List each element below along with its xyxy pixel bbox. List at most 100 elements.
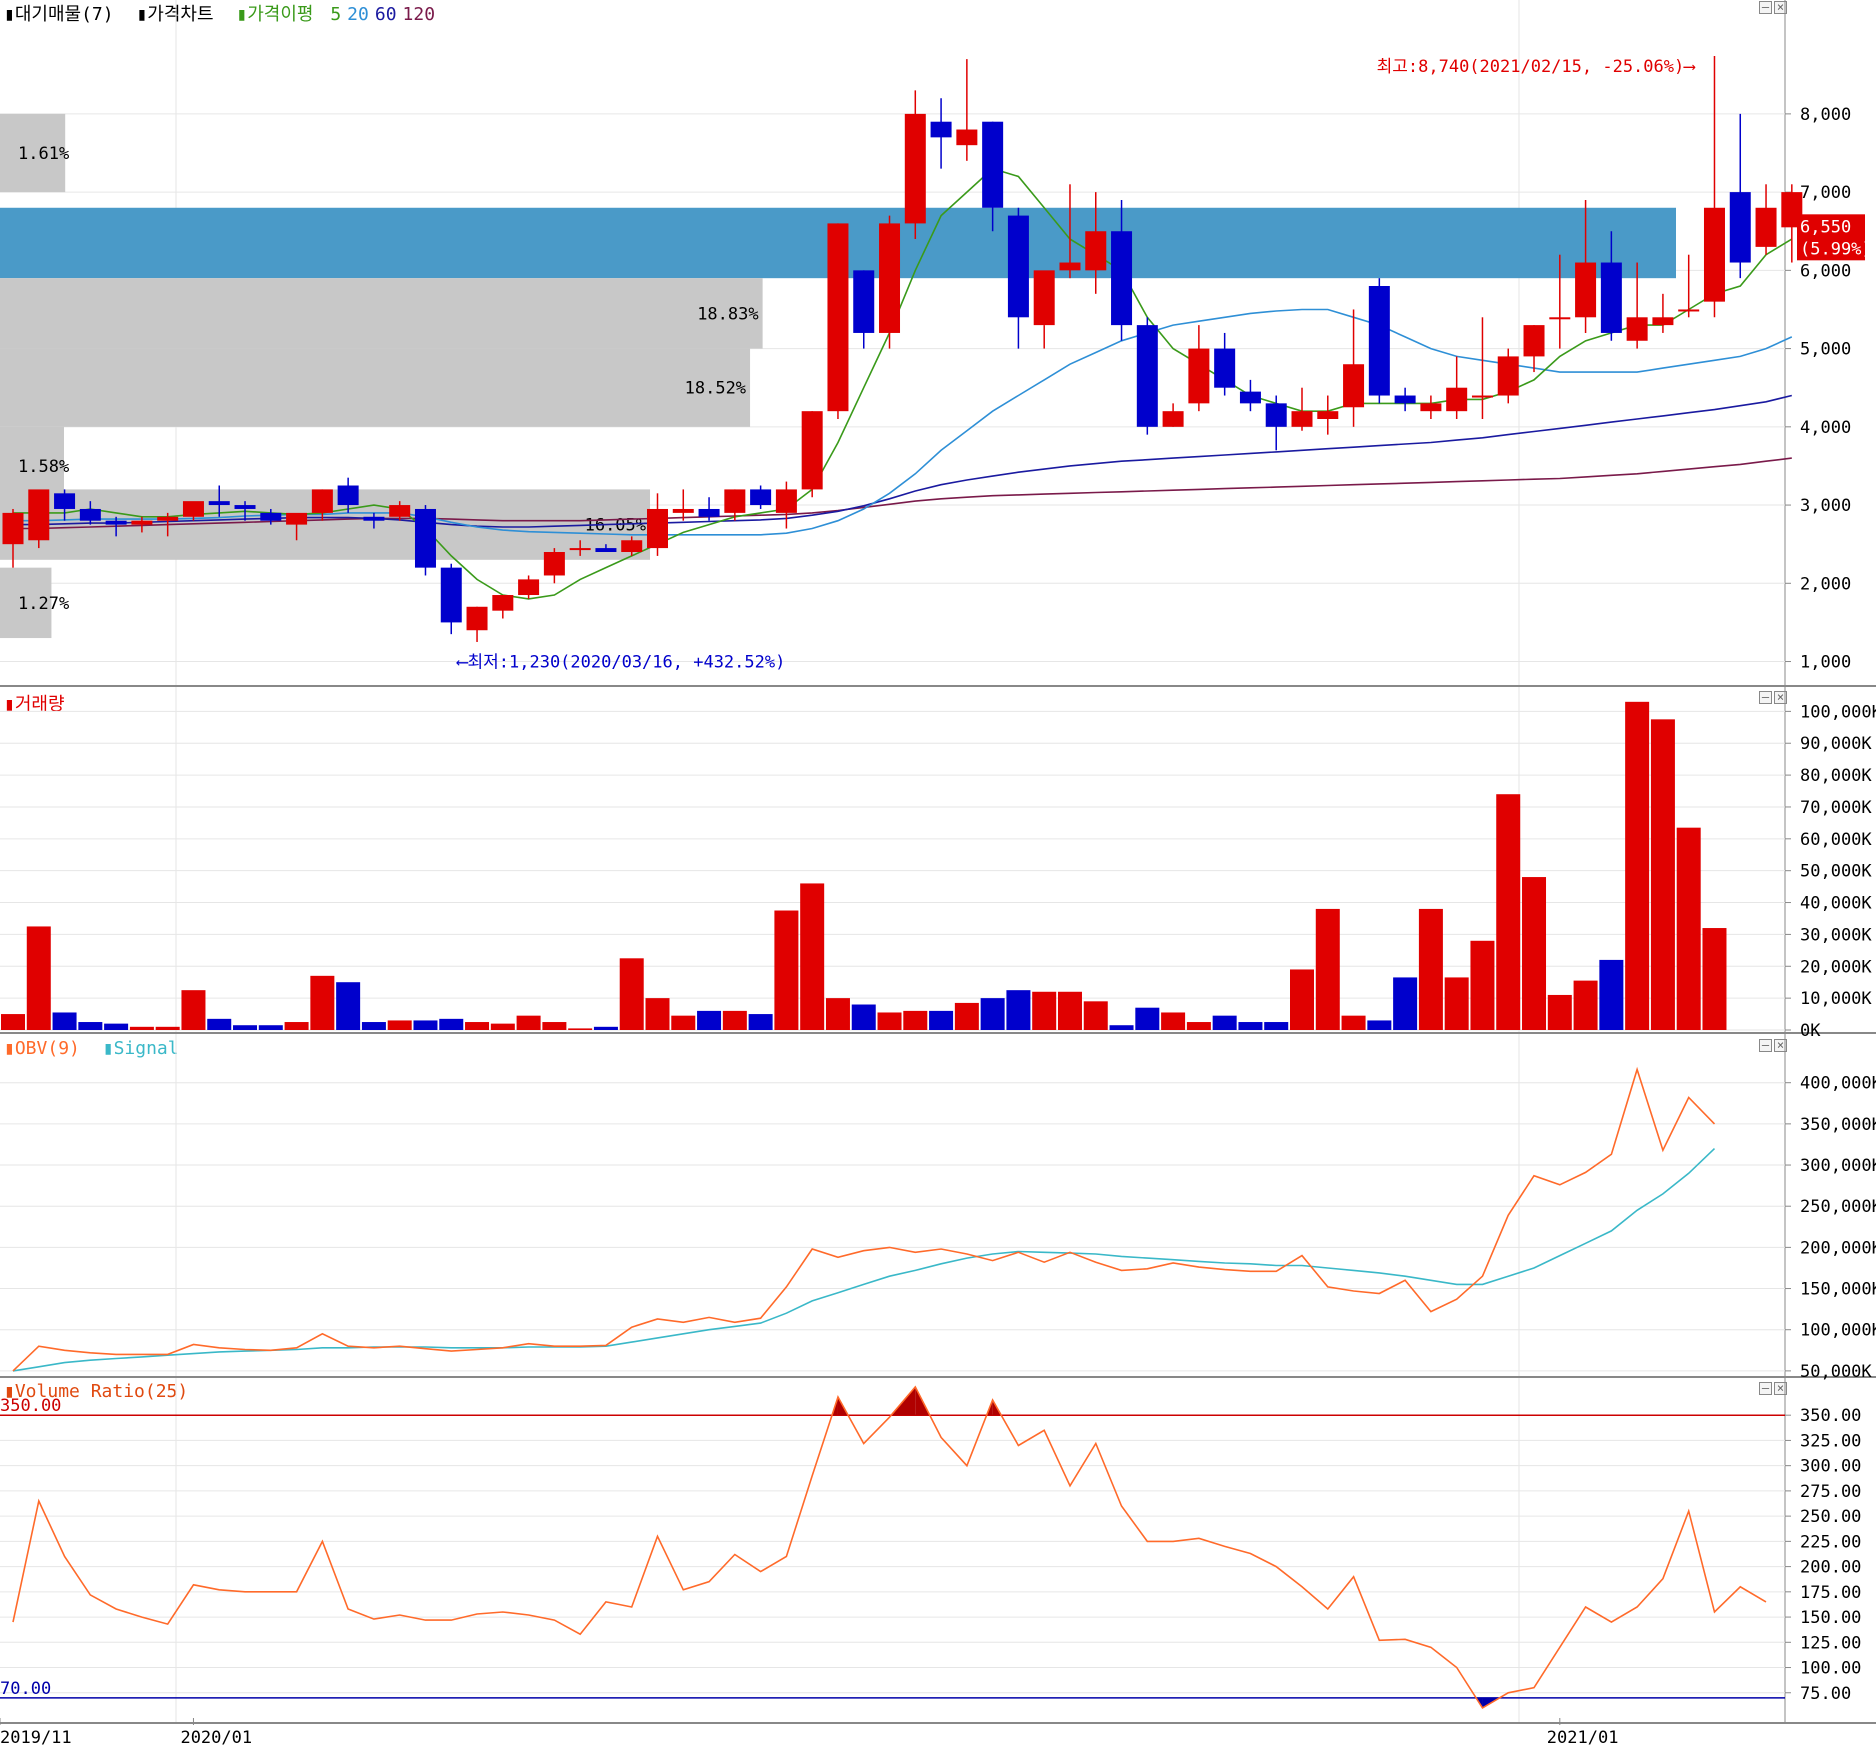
y-tick-label: 20,000K [1800, 957, 1872, 977]
volume-bar [1522, 877, 1547, 1030]
y-tick-label: 1,000 [1800, 653, 1851, 673]
candle-body [1600, 262, 1622, 333]
y-tick-label: 2,000 [1800, 574, 1851, 594]
y-tick-label: 0K [1800, 1021, 1821, 1041]
volume-bar [1032, 991, 1057, 1030]
volume-bar [104, 1023, 129, 1030]
volume-bar [233, 1025, 258, 1030]
candle-body [750, 489, 772, 506]
volume-bar [387, 1020, 412, 1030]
volume-profile-label: 18.52% [685, 379, 746, 399]
candle-body [569, 548, 591, 551]
candle-body [982, 121, 1004, 208]
candle-body [1136, 325, 1158, 427]
y-tick-label: 350.00 [1800, 1406, 1861, 1426]
x-tick-label: 2019/11 [0, 1728, 72, 1748]
candle-body [853, 270, 875, 333]
volume-profile-label: 18.83% [697, 304, 758, 324]
volume-bar [336, 982, 361, 1030]
volume-bar [284, 1022, 309, 1030]
current-price-label: 6,550 [1800, 217, 1851, 237]
candle-body [1446, 387, 1468, 412]
candle-body [157, 516, 179, 521]
volume-bar [568, 1028, 593, 1030]
volume-bar [1238, 1022, 1263, 1030]
volume-bar [1083, 1001, 1108, 1030]
candle-body [1575, 262, 1597, 318]
y-tick-label: 225.00 [1800, 1532, 1861, 1552]
candle-body [1188, 348, 1210, 404]
volume-bar [748, 1014, 773, 1030]
volume-bar [129, 1026, 154, 1030]
volume-bar [1367, 1020, 1392, 1030]
candle-body [389, 505, 411, 517]
volume-bar [851, 1004, 876, 1030]
chart-canvas[interactable]: 1,000 2,000 3,000 4,000 5,000 6,000 7,000 8,000… [0, 0, 1876, 1748]
candle-body [1497, 356, 1519, 396]
candle-body [1755, 207, 1777, 247]
y-tick-label: 100,000K [1800, 702, 1876, 722]
y-tick-label: 350,000K [1800, 1115, 1876, 1135]
candle-body [904, 113, 926, 224]
candle-body [131, 520, 153, 525]
volume-bar [825, 998, 850, 1030]
y-tick-label: 40,000K [1800, 894, 1872, 914]
volume-profile-bar [0, 278, 763, 349]
volume-bar [465, 1022, 490, 1030]
y-tick-label: 175.00 [1800, 1583, 1861, 1603]
candle-body [518, 579, 540, 596]
candle-body [28, 489, 50, 541]
volume-bar [413, 1020, 438, 1030]
y-tick-label: 90,000K [1800, 734, 1872, 754]
volume-bar [1315, 908, 1340, 1030]
volume-bar [929, 1010, 954, 1030]
candle-body [1033, 270, 1055, 326]
volume-profile-label: 1.61% [18, 144, 69, 164]
volume-bar [671, 1015, 696, 1030]
candle-body [1678, 309, 1700, 312]
volume-bar [1186, 1022, 1211, 1030]
y-tick-label: 30,000K [1800, 925, 1872, 945]
volume-bar [207, 1018, 232, 1030]
volume-bar [1341, 1015, 1366, 1030]
volume-bar [310, 975, 335, 1030]
y-tick-label: 70,000K [1800, 798, 1872, 818]
volume-bar [1006, 990, 1031, 1030]
candle-body [879, 223, 901, 333]
candle-body [414, 508, 436, 568]
volume-bar [877, 1012, 902, 1030]
stock-chart-window: ▮대기매물(7) ▮가격차트 ▮가격이평 5 20 60 120 ▮거래량 ▮OBV(… [0, 0, 1876, 1748]
volume-bar [903, 1010, 928, 1030]
candle-body [672, 508, 694, 513]
volume-bar [361, 1022, 386, 1030]
candle-body [775, 489, 797, 513]
volume-bar [1057, 991, 1082, 1030]
reference-line-label: 70.00 [0, 1679, 51, 1699]
candle-body [801, 411, 823, 490]
volume-bar [542, 1022, 567, 1030]
volume-bar [1496, 794, 1521, 1030]
y-tick-label: 300,000K [1800, 1156, 1876, 1176]
volume-bar [1264, 1022, 1289, 1030]
volume-bar [181, 990, 206, 1030]
candle-body [492, 595, 514, 611]
low-price-annotation: ⟵최저:1,230(2020/03/16, +432.52%) [456, 653, 785, 673]
volume-bar [1161, 1012, 1186, 1030]
candle-body [1085, 231, 1107, 271]
volume-bar [1418, 908, 1443, 1030]
volume-bar [78, 1022, 103, 1030]
candle-body [1420, 403, 1442, 412]
candle-body [1729, 192, 1751, 263]
volume-bar [516, 1015, 541, 1030]
volume-bar [1650, 719, 1675, 1030]
y-tick-label: 100.00 [1800, 1659, 1861, 1679]
y-tick-label: 80,000K [1800, 766, 1872, 786]
volume-ratio-line [12, 1385, 1767, 1709]
candle-body [1471, 395, 1493, 398]
candle-body [260, 512, 282, 521]
y-tick-label: 150,000K [1800, 1280, 1876, 1300]
candle-body [1291, 411, 1313, 427]
y-tick-label: 5,000 [1800, 340, 1851, 360]
volume-bar [155, 1026, 180, 1030]
x-tick-label: 2021/01 [1547, 1728, 1619, 1748]
